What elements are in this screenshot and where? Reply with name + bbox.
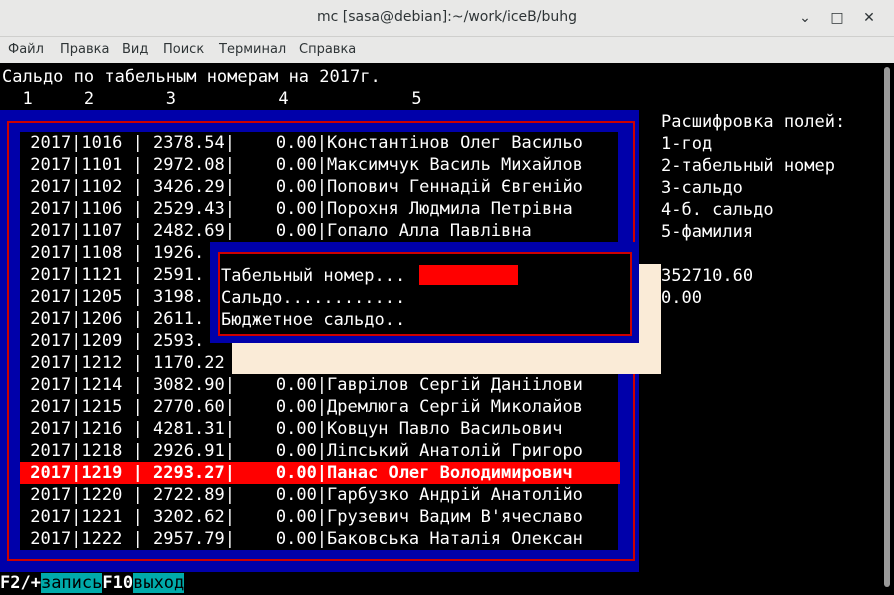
scrollbar-thumb[interactable] bbox=[884, 67, 890, 587]
table-row[interactable]: 2017|1215 | 2770.60| 0.00|Дремлюга Сергі… bbox=[20, 396, 620, 418]
table-row[interactable]: 2017|1221 | 3202.62| 0.00|Грузевич Вадим… bbox=[20, 506, 620, 528]
hotkey-f2: F2/+ bbox=[0, 573, 41, 593]
budget-saldo-label: Бюджетное сальдо.. bbox=[221, 310, 406, 330]
bottom-keybar: F2/+записьF10выход bbox=[0, 572, 185, 594]
terminal-scrollbar[interactable] bbox=[880, 63, 894, 595]
tabnum-input[interactable] bbox=[419, 265, 518, 285]
table-row-selected[interactable]: 2017|1219 | 2293.27| 0.00|Панас Олег Вол… bbox=[20, 462, 620, 484]
table-row[interactable]: 2017|1214 | 3082.90| 0.00|Гаврілов Сергі… bbox=[20, 374, 620, 396]
menu-file[interactable]: Файл bbox=[8, 42, 44, 57]
window-titlebar: mc [sasa@debian]:~/work/iceB/buhg ⌄ □ ✕ bbox=[0, 0, 894, 37]
table-row[interactable]: 2017|1101 | 2972.08| 0.00|Максимчук Васи… bbox=[20, 154, 620, 176]
legend-item: 1-год bbox=[661, 134, 713, 154]
table-row[interactable]: 2017|1102 | 3426.29| 0.00|Попович Геннад… bbox=[20, 176, 620, 198]
table-row[interactable]: 2017|1107 | 2482.69| 0.00|Гопало Алла Па… bbox=[20, 220, 620, 242]
hotkey-f10: F10 bbox=[102, 573, 134, 593]
menu-bar: Файл Правка Вид Поиск Терминал Справка bbox=[0, 37, 894, 63]
table-row[interactable]: 2017|1220 | 2722.89| 0.00|Гарбузко Андрі… bbox=[20, 484, 620, 506]
total-budget-saldo: 0.00 bbox=[661, 288, 702, 308]
maximize-icon[interactable]: □ bbox=[825, 6, 849, 30]
legend-item: 2-табельный номер bbox=[661, 156, 835, 176]
table-row[interactable]: 2017|1222 | 2957.79| 0.00|Баковська Ната… bbox=[20, 528, 620, 550]
menu-search[interactable]: Поиск bbox=[163, 42, 204, 57]
exit-button[interactable]: выход bbox=[133, 573, 185, 593]
legend-item: 5-фамилия bbox=[661, 222, 754, 242]
report-heading: Сальдо по табельным номерам на 2017г. bbox=[2, 67, 381, 87]
table-row[interactable]: 2017|1216 | 4281.31| 0.00|Ковцун Павло В… bbox=[20, 418, 620, 440]
column-numbers: 1 2 3 4 5 bbox=[2, 89, 422, 109]
table-row[interactable]: 2017|1106 | 2529.43| 0.00|Порохня Людмил… bbox=[20, 198, 620, 220]
menu-view[interactable]: Вид bbox=[122, 42, 148, 57]
menu-edit[interactable]: Правка bbox=[60, 42, 109, 57]
legend-item: 3-сальдо bbox=[661, 178, 743, 198]
save-button[interactable]: запись bbox=[40, 573, 103, 593]
total-saldo: 352710.60 bbox=[661, 266, 754, 286]
menu-help[interactable]: Справка bbox=[299, 42, 356, 57]
legend-item: 4-б. сальдо bbox=[661, 200, 774, 220]
table-row[interactable]: 2017|1016 | 2378.54| 0.00|Константінов О… bbox=[20, 132, 620, 154]
minimize-icon[interactable]: ⌄ bbox=[793, 6, 817, 30]
legend-title: Расшифровка полей: bbox=[661, 112, 846, 132]
saldo-label: Сальдо............ bbox=[221, 288, 406, 308]
tabnum-label: Табельный номер... bbox=[221, 266, 406, 286]
menu-terminal[interactable]: Терминал bbox=[219, 42, 286, 57]
window-title: mc [sasa@debian]:~/work/iceB/buhg bbox=[317, 9, 577, 25]
close-icon[interactable]: ✕ bbox=[857, 6, 881, 30]
table-row[interactable]: 2017|1218 | 2926.91| 0.00|Ліпський Анато… bbox=[20, 440, 620, 462]
